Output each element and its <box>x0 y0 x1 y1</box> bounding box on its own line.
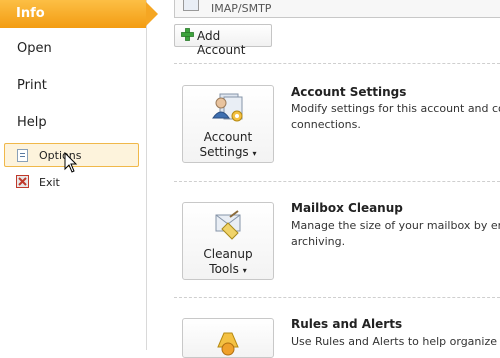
add-account-button[interactable]: Add Account <box>174 24 272 57</box>
options-icon <box>17 149 28 162</box>
cleanup-tools-caption-1: Cleanup <box>203 247 253 261</box>
nav-item-help[interactable]: Help <box>17 115 47 130</box>
cleanup-tools-caption-2-text: Tools <box>209 262 239 276</box>
add-icon <box>181 28 194 41</box>
cleanup-tools-icon <box>215 210 241 240</box>
account-settings-desc-1: Modify settings for this account and con… <box>291 102 500 115</box>
mailbox-cleanup-title: Mailbox Cleanup <box>291 201 403 215</box>
cleanup-tools-button[interactable]: Cleanup Tools ▾ <box>182 202 274 280</box>
account-type-icon <box>183 0 199 11</box>
cleanup-tools-caption-2: Tools ▾ <box>183 262 273 278</box>
mailbox-cleanup-desc-2: archiving. <box>291 235 346 248</box>
account-settings-desc-2: connections. <box>291 118 361 131</box>
nav-item-info[interactable]: Info <box>0 0 158 28</box>
rules-alerts-button[interactable] <box>182 318 274 358</box>
mouse-cursor-icon <box>64 152 78 173</box>
divider <box>174 181 500 182</box>
account-settings-caption-2-text: Settings <box>199 145 249 159</box>
dropdown-arrow-icon: ▾ <box>242 266 247 275</box>
divider <box>174 297 500 298</box>
account-selector[interactable]: IMAP/SMTP <box>174 0 500 18</box>
account-settings-caption-2: Settings ▾ <box>183 145 273 161</box>
nav-item-print[interactable]: Print <box>17 78 47 93</box>
account-settings-caption-1: Account <box>203 130 253 144</box>
account-settings-button[interactable]: Account Settings ▾ <box>182 85 274 163</box>
rules-alerts-desc-1: Use Rules and Alerts to help organize yo… <box>291 335 500 348</box>
nav-item-open[interactable]: Open <box>17 41 52 56</box>
account-settings-title: Account Settings <box>291 85 407 99</box>
nav-item-info-label: Info <box>16 6 45 21</box>
add-account-label: Add Account <box>197 29 246 57</box>
exit-icon[interactable] <box>16 175 29 188</box>
account-type-label: IMAP/SMTP <box>211 2 272 15</box>
rules-alerts-icon <box>217 332 239 356</box>
rules-alerts-title: Rules and Alerts <box>291 317 403 331</box>
backstage-nav: Info Open Print Help Options Exit <box>0 0 158 350</box>
account-settings-icon <box>212 93 243 122</box>
divider <box>174 63 500 64</box>
nav-item-exit[interactable]: Exit <box>39 176 60 189</box>
dropdown-arrow-icon: ▾ <box>252 149 257 158</box>
mailbox-cleanup-desc-1: Manage the size of your mailbox by empt <box>291 219 500 232</box>
